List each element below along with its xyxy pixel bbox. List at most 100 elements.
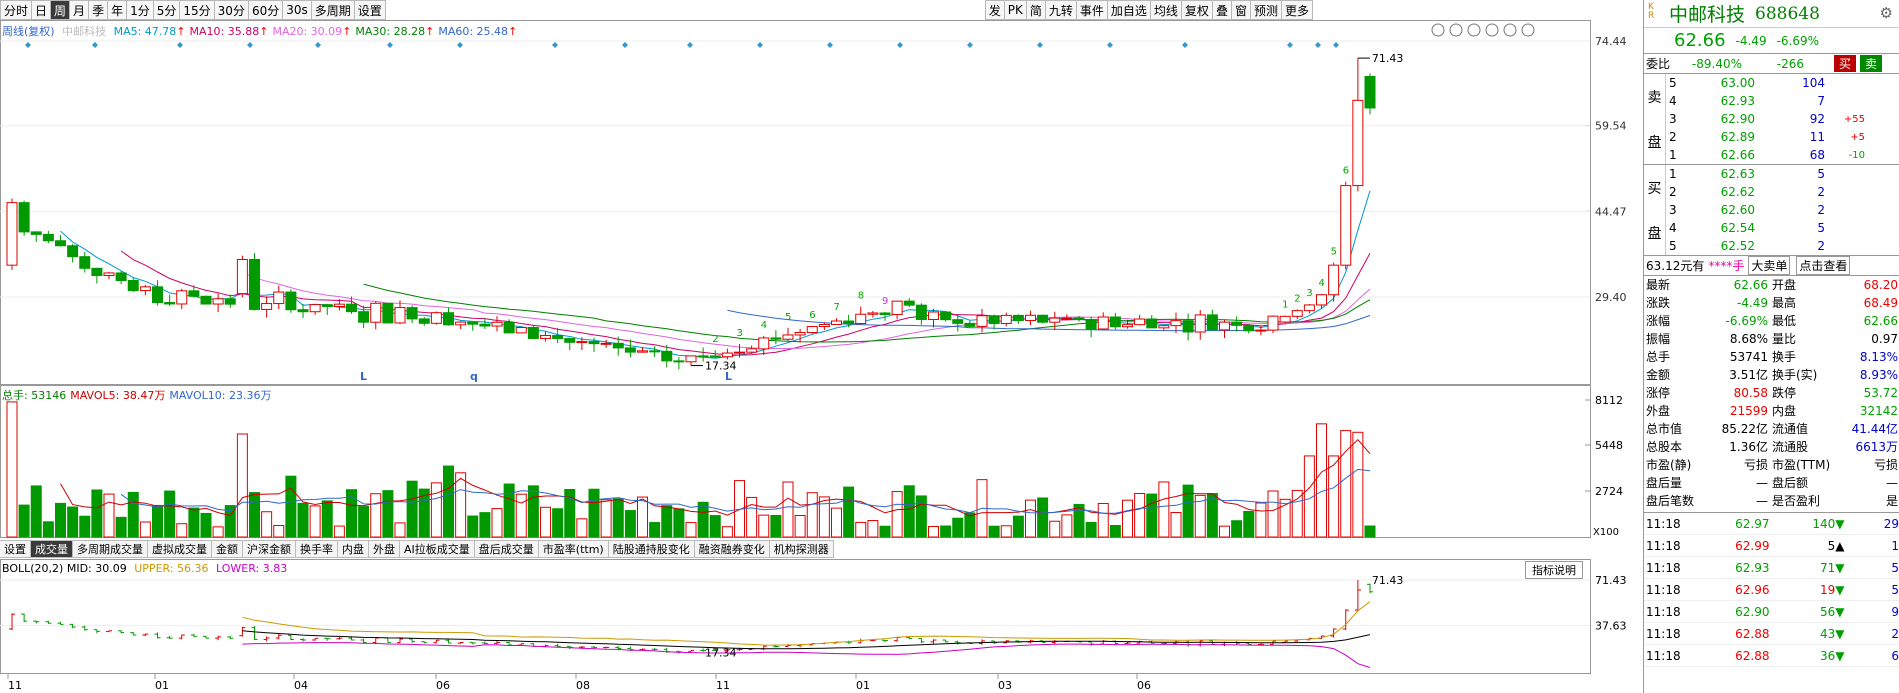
volume-bar[interactable] [249, 492, 260, 538]
volume-bar[interactable] [1109, 524, 1121, 538]
volume-bar[interactable] [843, 486, 855, 538]
volume-bar[interactable] [358, 506, 370, 538]
candle[interactable] [540, 335, 551, 339]
event-diamond-icon[interactable] [247, 42, 253, 48]
volume-bar[interactable] [261, 511, 273, 538]
volume-bar[interactable] [55, 502, 66, 538]
volume-bar[interactable] [988, 525, 1000, 538]
candle[interactable] [758, 337, 770, 350]
volume-bar[interactable] [709, 515, 721, 538]
candle[interactable] [358, 311, 370, 323]
candle[interactable] [600, 342, 612, 345]
volume-bar[interactable] [139, 521, 151, 538]
candle[interactable] [1097, 316, 1109, 330]
candle[interactable] [321, 304, 333, 308]
candle[interactable] [964, 322, 976, 327]
volume-bar[interactable] [527, 485, 539, 538]
candle[interactable] [79, 256, 91, 269]
zoom-out-icon[interactable] [1503, 23, 1517, 37]
volume-bar[interactable] [552, 508, 564, 538]
volume-bar[interactable] [443, 465, 454, 538]
volume-bar[interactable] [697, 501, 709, 538]
volume-bar[interactable] [867, 520, 879, 538]
volume-bar[interactable] [430, 482, 442, 538]
event-diamond-icon[interactable] [622, 42, 628, 48]
volume-bar[interactable] [964, 512, 976, 538]
volume-bar[interactable] [1085, 521, 1097, 538]
volume-bar[interactable] [6, 401, 18, 538]
candle[interactable] [928, 311, 939, 320]
volume-bar[interactable] [176, 523, 188, 538]
event-diamond-icon[interactable] [1182, 42, 1188, 48]
candle[interactable] [1170, 320, 1182, 327]
candle[interactable] [236, 258, 248, 295]
play-icon[interactable] [1467, 23, 1481, 37]
candle[interactable] [1025, 314, 1036, 322]
candle[interactable] [1328, 264, 1340, 296]
candle[interactable] [527, 326, 539, 339]
candle[interactable] [406, 307, 418, 320]
candle[interactable] [782, 334, 794, 340]
candle[interactable] [1134, 318, 1146, 326]
volume-bar[interactable] [30, 485, 42, 538]
candle[interactable] [1085, 319, 1097, 330]
volume-bar[interactable] [1255, 502, 1267, 538]
event-diamond-icon[interactable] [1107, 42, 1113, 48]
candle[interactable] [188, 290, 200, 297]
candle[interactable] [1340, 185, 1352, 266]
candle[interactable] [1364, 75, 1376, 109]
refresh-icon[interactable] [1431, 23, 1445, 37]
bid-row[interactable]: 1 62.63 5 [1666, 165, 1899, 183]
volume-bar[interactable] [103, 493, 115, 538]
volume-bar[interactable] [758, 514, 770, 538]
event-diamond-icon[interactable] [827, 42, 833, 48]
candle[interactable] [1267, 315, 1279, 331]
candle[interactable] [891, 300, 903, 316]
volume-bar[interactable] [794, 515, 806, 538]
candle[interactable] [200, 295, 212, 305]
volume-bar[interactable] [588, 488, 600, 538]
volume-bar[interactable] [1267, 490, 1279, 538]
candle[interactable] [309, 304, 321, 313]
candle[interactable] [115, 272, 127, 282]
volume-bar[interactable] [1170, 512, 1182, 538]
candle[interactable] [673, 360, 685, 363]
volume-bar[interactable] [467, 515, 479, 538]
volume-bar[interactable] [1000, 525, 1012, 538]
candle[interactable] [637, 350, 648, 353]
volume-bar[interactable] [491, 508, 503, 538]
volume-bar[interactable] [18, 504, 30, 538]
volume-bar[interactable] [115, 516, 127, 538]
volume-bar[interactable] [806, 492, 818, 538]
volume-bar[interactable] [309, 505, 321, 538]
volume-bar[interactable] [1328, 455, 1340, 538]
candle[interactable] [1279, 315, 1291, 323]
candle[interactable] [30, 231, 42, 235]
volume-bar[interactable] [661, 505, 673, 538]
candle[interactable] [746, 348, 758, 353]
volume-bar[interactable] [1061, 514, 1073, 538]
volume-bar[interactable] [855, 521, 867, 538]
ask-row[interactable]: 4 62.93 7 [1666, 92, 1899, 110]
candle[interactable] [952, 319, 964, 324]
candle[interactable] [709, 355, 721, 358]
volume-bar[interactable] [1243, 510, 1255, 538]
volume-bar[interactable] [370, 493, 382, 538]
candle[interactable] [152, 286, 163, 304]
candle[interactable] [333, 303, 345, 308]
volume-bar[interactable] [1158, 481, 1170, 538]
candle[interactable] [1206, 314, 1218, 331]
volume-bar[interactable] [42, 521, 54, 538]
candle[interactable] [794, 331, 806, 336]
volume-bar[interactable] [333, 525, 345, 538]
volume-bar[interactable] [200, 512, 212, 538]
candle[interactable] [940, 311, 952, 321]
volume-bar[interactable] [1049, 520, 1061, 538]
volume-bar[interactable] [127, 491, 139, 538]
zoom-in-icon[interactable] [1521, 23, 1535, 37]
volume-bar[interactable] [1025, 499, 1036, 538]
volume-bar[interactable] [152, 504, 163, 538]
volume-bar[interactable] [1316, 423, 1327, 538]
candle[interactable] [6, 202, 18, 266]
candle[interactable] [55, 240, 66, 247]
